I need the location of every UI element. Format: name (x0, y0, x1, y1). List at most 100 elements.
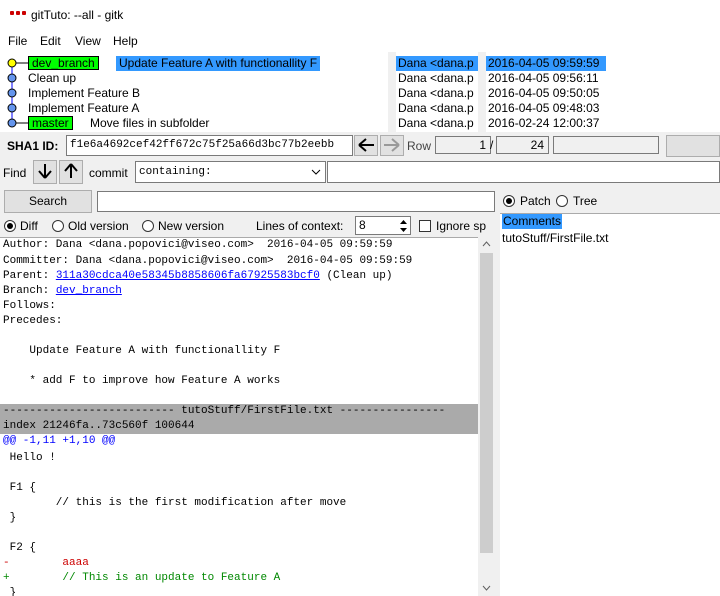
old-version-radio[interactable] (52, 220, 64, 232)
branch-tag-dev-branch[interactable]: dev_branch (28, 56, 99, 70)
patch-label: Patch (520, 194, 551, 208)
scroll-thumb[interactable] (480, 253, 493, 553)
spinner-icon[interactable] (399, 219, 408, 233)
commit-date[interactable]: 2016-04-05 09:56:11 (488, 71, 599, 86)
file-list-pane[interactable]: Comments tutoStuff/FirstFile.txt (500, 213, 720, 596)
commit-message[interactable]: Implement Feature A (28, 101, 139, 116)
find-type-value: containing: (139, 166, 212, 178)
diff-radio[interactable] (4, 220, 16, 232)
commit-date[interactable]: 2016-04-05 09:59:59 (486, 56, 606, 71)
arrow-right-icon (384, 138, 400, 152)
diff-line (3, 526, 10, 541)
patch-radio[interactable] (503, 195, 515, 207)
row-current: 1 (435, 136, 491, 154)
scroll-up-icon[interactable] (482, 241, 491, 247)
comments-item[interactable]: Comments (502, 214, 563, 229)
file-header: -------------------------- tutoStuff/Fir… (0, 404, 478, 419)
old-version-label: Old version (68, 219, 129, 233)
new-version-radio[interactable] (142, 220, 154, 232)
diff-scrollbar[interactable] (478, 237, 495, 596)
index-line: index 21246fa..73c560f 100644 (0, 419, 478, 434)
diff-precedes-line: Precedes: (3, 315, 63, 327)
row-label: Row (407, 139, 432, 153)
find-up-button[interactable] (59, 160, 83, 184)
search-input[interactable] (97, 191, 495, 212)
menu-file[interactable]: File (8, 34, 27, 48)
new-version-label: New version (158, 219, 225, 233)
sha-toolbar: SHA1 ID: f1e6a4692cef42ff672c75f25a66d3b… (0, 134, 720, 158)
diff-line (3, 466, 10, 481)
commit-message[interactable]: Update Feature A with functionallity F (116, 56, 321, 71)
commit-node (7, 88, 17, 98)
author-column[interactable]: Dana <dana.p Dana <dana.p Dana <dana.p D… (396, 52, 478, 132)
diff-line: } (3, 587, 17, 596)
parent-prefix: Parent: (3, 270, 56, 282)
menu-edit[interactable]: Edit (40, 34, 61, 48)
sha-id-field[interactable]: f1e6a4692cef42ff672c75f25a66d3bc77b2eebb (66, 135, 353, 156)
extra-button[interactable] (666, 135, 720, 157)
commit-author[interactable]: Dana <dana.p (398, 101, 474, 116)
branch-prefix: Branch: (3, 285, 56, 297)
commit-graph-pane[interactable]: dev_branch Update Feature A with functio… (0, 52, 388, 132)
hunk-header: @@ -1,11 +1,10 @@ (3, 435, 116, 447)
diff-line: } (3, 512, 17, 524)
diff-line: F1 { (3, 482, 37, 494)
diff-committer-line: Committer: Dana <dana.popovici@viseo.com… (3, 255, 413, 267)
commit-message[interactable]: Implement Feature B (28, 86, 140, 101)
context-label: Lines of context: (256, 219, 344, 233)
diff-line-removed: - aaaa (3, 557, 89, 569)
find-type-select[interactable]: containing: (135, 161, 326, 183)
commit-node-head (7, 58, 17, 68)
menu-help[interactable]: Help (113, 34, 138, 48)
gitk-app-icon (10, 11, 26, 19)
tree-label: Tree (573, 194, 598, 208)
progress-bar (553, 136, 659, 154)
arrow-down-icon (38, 164, 52, 179)
commit-date[interactable]: 2016-04-05 09:48:03 (488, 101, 599, 116)
menu-bar: File Edit View Help (0, 30, 720, 52)
search-button[interactable]: Search (4, 190, 92, 213)
forward-button[interactable] (380, 135, 404, 156)
arrow-up-icon (64, 163, 78, 178)
ignore-space-label: Ignore sp (436, 219, 487, 233)
branch-tag-master[interactable]: master (28, 116, 73, 130)
context-value: 8 (359, 218, 366, 232)
find-toolbar: Find commit containing: (0, 160, 720, 186)
commit-author[interactable]: Dana <dana.p (396, 56, 478, 71)
diff-line-added: + // This is an update to Feature A (3, 572, 281, 584)
commit-body: * add F to improve how Feature A works (3, 375, 281, 387)
commit-date[interactable]: 2016-04-05 09:50:05 (488, 86, 599, 101)
graph-lines (7, 58, 30, 128)
arrow-left-icon (358, 138, 374, 152)
find-label: Find (3, 166, 27, 180)
diff-radio-label: Diff (20, 219, 38, 233)
find-input[interactable] (327, 161, 720, 183)
view-mode-options: Patch Tree (500, 192, 720, 212)
find-mode: commit (89, 166, 128, 180)
row-total: 24 (496, 136, 549, 154)
scroll-down-icon[interactable] (482, 585, 491, 591)
back-button[interactable] (354, 135, 378, 156)
diff-follows-line: Follows: (3, 300, 56, 312)
menu-view[interactable]: View (75, 34, 101, 48)
context-spinbox[interactable]: 8 (355, 216, 411, 235)
branch-link[interactable]: dev_branch (56, 285, 122, 297)
commit-author[interactable]: Dana <dana.p (398, 86, 474, 101)
diff-text-pane[interactable]: Author: Dana <dana.popovici@viseo.com> 2… (0, 237, 478, 596)
date-column[interactable]: 2016-04-05 09:59:59 2016-04-05 09:56:11 … (486, 52, 720, 132)
commit-author[interactable]: Dana <dana.p (398, 71, 474, 86)
parent-sha-link[interactable]: 311a30cdca40e58345b8858606fa67925583bcf0 (56, 270, 320, 282)
find-down-button[interactable] (33, 160, 57, 184)
parent-suffix: (Clean up) (319, 270, 393, 282)
commit-date[interactable]: 2016-02-24 12:00:37 (488, 116, 599, 131)
ignore-space-checkbox[interactable] (419, 220, 431, 232)
commit-message[interactable]: Move files in subfolder (90, 116, 209, 131)
tree-radio[interactable] (556, 195, 568, 207)
commit-node (7, 118, 17, 128)
commit-subject: Update Feature A with functionallity F (3, 345, 281, 357)
commit-author[interactable]: Dana <dana.p (398, 116, 474, 131)
sha-label: SHA1 ID: (7, 139, 59, 153)
diff-line: F2 { (3, 542, 37, 554)
file-item[interactable]: tutoStuff/FirstFile.txt (502, 231, 608, 246)
commit-message[interactable]: Clean up (28, 71, 76, 86)
